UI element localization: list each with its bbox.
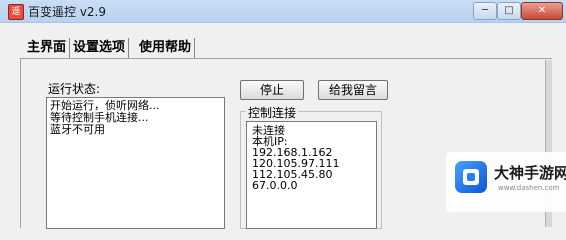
stop-button[interactable]: 停止 [240, 80, 304, 100]
tab-main[interactable]: 主界面 [24, 38, 71, 58]
close-button[interactable]: ✕ [521, 2, 563, 20]
connection-group-title: 控制连接 [246, 104, 299, 121]
title-bar: 遥 百变遥控 v2.9 ─ □ ✕ [0, 0, 566, 23]
connection-info[interactable]: 未连接 本机IP: 192.168.1.162 120.105.97.111 1… [246, 121, 377, 229]
tab-settings[interactable]: 设置选项 [70, 38, 130, 58]
minimize-button[interactable]: ─ [473, 2, 497, 20]
watermark-name: 大神手游网 [494, 164, 566, 182]
app-icon: 遥 [8, 4, 24, 20]
status-log[interactable]: 开始运行，侦听网络... 等待控制手机连接... 蓝牙不可用 [46, 97, 225, 229]
maximize-button[interactable]: □ [497, 2, 521, 20]
ip-address: 67.0.0.0 [252, 179, 298, 192]
watermark-logo-icon [455, 161, 487, 193]
tab-help[interactable]: 使用帮助 [136, 38, 196, 58]
leave-message-button[interactable]: 给我留言 [318, 80, 388, 100]
log-line: 蓝牙不可用 [50, 123, 105, 136]
watermark-url: www.dashen.com [498, 184, 560, 192]
status-label: 运行状态: [48, 82, 101, 96]
window-title: 百变遥控 v2.9 [28, 5, 107, 19]
watermark: 大神手游网 www.dashen.com [446, 152, 566, 212]
